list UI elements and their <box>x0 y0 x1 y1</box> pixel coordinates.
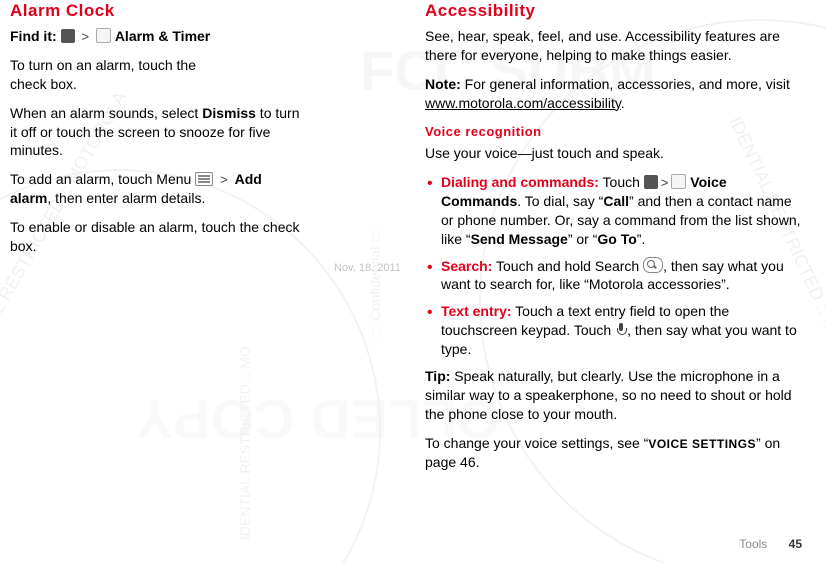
footer-section: Tools <box>739 537 767 551</box>
alarm-p4: To enable or disable an alarm, touch the… <box>10 218 310 256</box>
menu-icon <box>195 172 213 186</box>
bullet-search: Search: Touch and hold Search , then say… <box>441 257 804 295</box>
accessibility-note: Note: For general information, accessori… <box>425 75 804 113</box>
alarm-p1: To turn on an alarm, touch the check box… <box>10 56 230 94</box>
accessibility-heading: Accessibility <box>425 0 804 23</box>
find-it-line: Find it: > Alarm & Timer <box>10 27 401 46</box>
voice-settings-xref: Voice settings <box>648 437 756 451</box>
right-column: Accessibility See, hear, speak, feel, an… <box>413 0 816 481</box>
alarm-app-icon <box>96 28 111 43</box>
alarm-timer-label: Alarm & Timer <box>115 28 210 44</box>
page-content: Alarm Clock Find it: > Alarm & Timer To … <box>0 0 826 481</box>
voice-commands-icon <box>671 174 686 189</box>
search-icon <box>643 257 663 273</box>
left-column: Alarm Clock Find it: > Alarm & Timer To … <box>10 0 413 481</box>
alarm-p3: To add an alarm, touch Menu > Add alarm,… <box>10 170 300 208</box>
alarm-p2: When an alarm sounds, select Dismiss to … <box>10 104 300 161</box>
bullet-dialing: Dialing and commands: Touch > Voice Comm… <box>441 173 804 249</box>
voice-recognition-heading: Voice recognition <box>425 123 804 141</box>
accessibility-intro: See, hear, speak, feel, and use. Accessi… <box>425 27 804 65</box>
find-it-label: Find it: <box>10 28 57 44</box>
gt-icon: > <box>78 29 92 44</box>
footer-page-number: 45 <box>789 537 802 551</box>
voice-bullet-list: Dialing and commands: Touch > Voice Comm… <box>425 173 804 359</box>
voice-intro: Use your voice—just touch and speak. <box>425 144 804 163</box>
mic-icon <box>615 323 627 337</box>
voice-settings-ref: To change your voice settings, see “Voic… <box>425 434 804 472</box>
accessibility-link[interactable]: www.motorola.com/accessibility <box>425 95 621 111</box>
apps-icon <box>61 29 75 43</box>
voice-tip: Tip: Speak naturally, but clearly. Use t… <box>425 367 804 424</box>
page-footer: Tools 45 <box>739 537 802 551</box>
apps-icon <box>644 175 658 189</box>
bullet-text-entry: Text entry: Touch a text entry field to … <box>441 302 804 359</box>
alarm-clock-heading: Alarm Clock <box>10 0 401 23</box>
